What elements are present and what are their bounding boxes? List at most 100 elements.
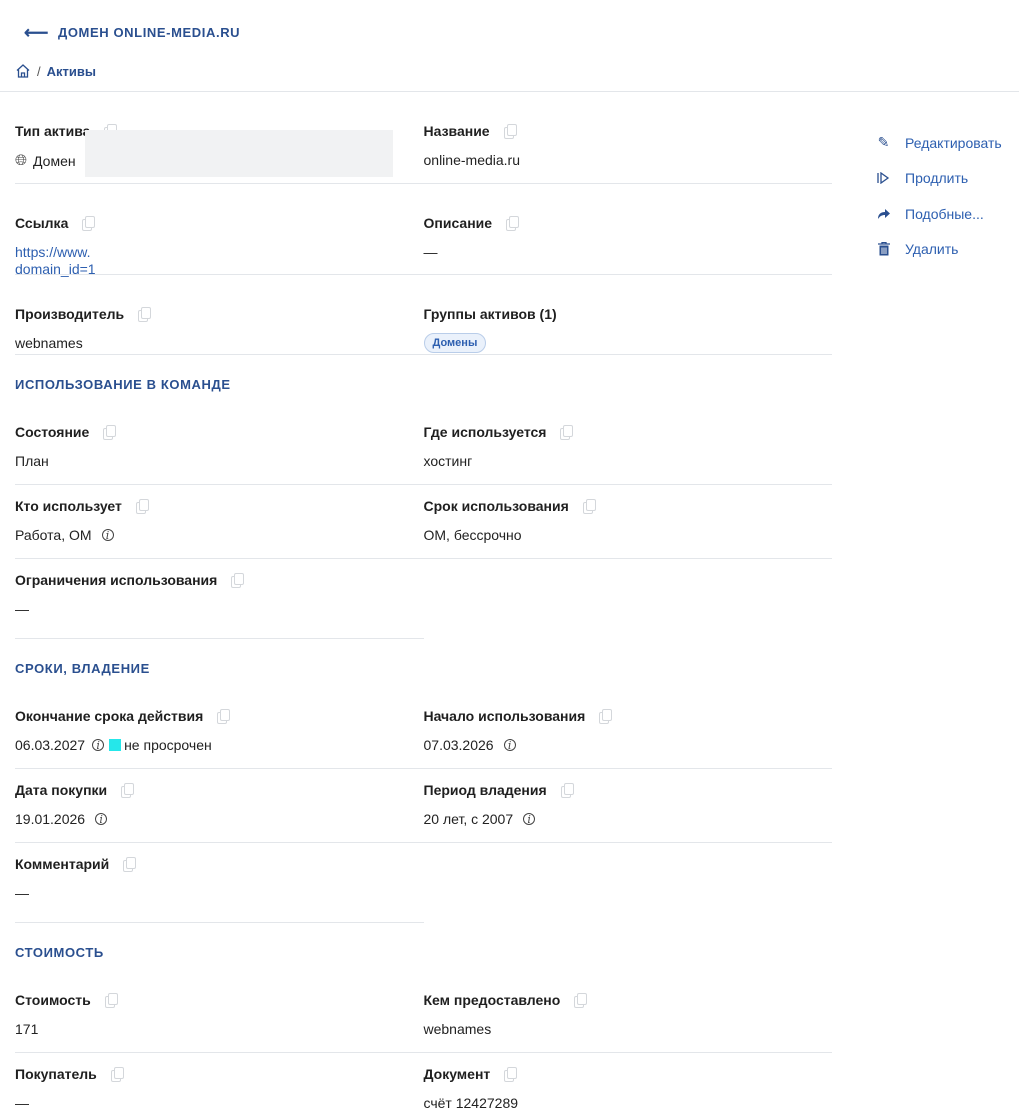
status-indicator [109,739,122,751]
action-label: Подобные... [905,205,984,222]
section-title-cost: СТОИМОСТЬ [15,945,104,960]
copy-icon[interactable] [574,993,588,1008]
field-label: Состояние [15,424,90,440]
field-value: online-media.ru [423,152,521,168]
section-title-usage: ИСПОЛЬЗОВАНИЕ В КОМАНДЕ [15,377,231,392]
field-label: Название [423,123,490,139]
field-where-used: Где используется хостинг [424,411,833,484]
details-row: Комментарий — [15,843,424,923]
copy-icon[interactable] [504,1067,518,1082]
field-description: Описание — [424,184,833,274]
copy-icon[interactable] [103,425,117,440]
field-label: Срок использования [423,498,569,514]
field-ownership-period: Период владения 20 лет, с 2007 i [424,769,833,842]
action-label: Редактировать [905,134,1002,151]
field-provider: Кем предоставлено webnames [424,979,833,1052]
copy-icon[interactable] [582,499,596,514]
back-link[interactable]: ⟵ ДОМЕН ONLINE-MEDIA.RU [24,24,240,41]
field-value: 20 лет, с 2007 [423,811,514,827]
field-usage-term: Срок использования ОМ, бессрочно [424,485,833,558]
delete-action[interactable]: Удалить [876,232,1002,268]
details-row: Ссылка https://www. domain_id=1 Описание… [15,184,833,277]
share-arrow-icon [876,208,891,220]
field-name: Название online-media.ru [424,92,833,183]
field-value: 171 [15,1021,39,1037]
field-comment: Комментарий — [15,843,424,922]
link-line: https://www. [15,244,91,260]
field-label: Ссылка [15,215,69,231]
field-expiry: Окончание срока действия 06.03.2027 i не п… [15,695,424,768]
details-row: Ограничения использования — [15,559,424,639]
field-label: Период владения [423,782,547,798]
copy-icon[interactable] [231,573,245,588]
field-value: хостинг [423,453,473,469]
copy-icon[interactable] [506,216,520,231]
action-label: Удалить [905,241,959,258]
field-value: webnames [15,335,83,351]
field-label: Тип актива [15,123,91,139]
field-label: Кем предоставлено [423,992,561,1008]
copy-icon[interactable] [82,216,96,231]
copy-icon[interactable] [138,307,152,322]
info-icon[interactable]: i [95,813,108,826]
copy-icon[interactable] [560,783,574,798]
field-value: Работа, ОМ [15,527,92,543]
breadcrumb-assets[interactable]: Активы [47,64,96,79]
info-icon[interactable]: i [503,739,516,752]
field-cost: Стоимость 171 [15,979,424,1052]
info-icon[interactable]: i [92,739,105,752]
details-row: Кто использует Работа, ОМ i Срок использо… [15,485,832,559]
field-document: Документ счёт 12427289 [424,1053,833,1113]
copy-icon[interactable] [560,425,574,440]
similar-action[interactable]: Подобные... [876,196,1002,232]
field-label: Описание [423,215,493,231]
copy-icon[interactable] [121,783,135,798]
field-label: Производитель [15,306,125,322]
pencil-icon: ✎ [877,134,890,151]
field-who-uses: Кто использует Работа, ОМ i [15,485,424,558]
field-label: Кто использует [15,498,122,514]
details-row: Дата покупки 19.01.2026 i Период владения… [15,769,832,843]
field-label: Стоимость [15,992,91,1008]
field-label: Ограничения использования [15,572,218,588]
field-link: Ссылка https://www. domain_id=1 [15,184,424,277]
copy-icon[interactable] [104,993,118,1008]
info-icon[interactable]: i [101,529,114,542]
copy-icon[interactable] [217,709,231,724]
field-value: — [15,1095,29,1111]
section-title-ownership: СРОКИ, ВЛАДЕНИЕ [15,661,150,676]
field-value: Домен [33,152,76,169]
field-state: Состояние План [15,411,424,484]
field-label: Окончание срока действия [15,708,204,724]
field-start-date: Начало использования 07.03.2026 i [424,695,833,768]
field-label: Комментарий [15,856,110,872]
copy-icon[interactable] [599,709,613,724]
field-label: Где используется [423,424,547,440]
breadcrumb-separator: / [37,63,41,79]
renew-action[interactable]: Продлить [876,161,1002,197]
page-title: ДОМЕН ONLINE-MEDIA.RU [57,25,241,40]
field-value: счёт 12427289 [423,1095,519,1111]
field-value: — [423,244,438,260]
actions-panel: ✎ Редактировать Продлить Подобные... Уда… [876,125,1002,267]
info-icon[interactable]: i [523,813,536,826]
home-icon[interactable] [15,63,31,79]
expiry-status: не просрочен [124,737,212,753]
copy-icon[interactable] [123,857,137,872]
play-outline-icon [876,172,891,185]
copy-icon[interactable] [110,1067,124,1082]
field-label: Начало использования [423,708,586,724]
field-label: Группы активов (1) [423,306,557,322]
field-value: ОМ, бессрочно [423,527,522,543]
edit-action[interactable]: ✎ Редактировать [876,125,1002,161]
field-buyer: Покупатель — [15,1053,424,1113]
asset-url-link[interactable]: https://www. domain_id=1 [15,244,109,278]
field-value: webnames [423,1021,492,1037]
field-value: — [15,885,29,901]
copy-icon[interactable] [503,124,517,139]
trash-icon [876,242,891,256]
group-chip[interactable]: Домены [423,333,487,353]
asset-details: Тип актива 🌐︎ Домен Название online-media… [15,92,832,1113]
arrow-left-icon: ⟵ [24,23,49,42]
copy-icon[interactable] [135,499,149,514]
